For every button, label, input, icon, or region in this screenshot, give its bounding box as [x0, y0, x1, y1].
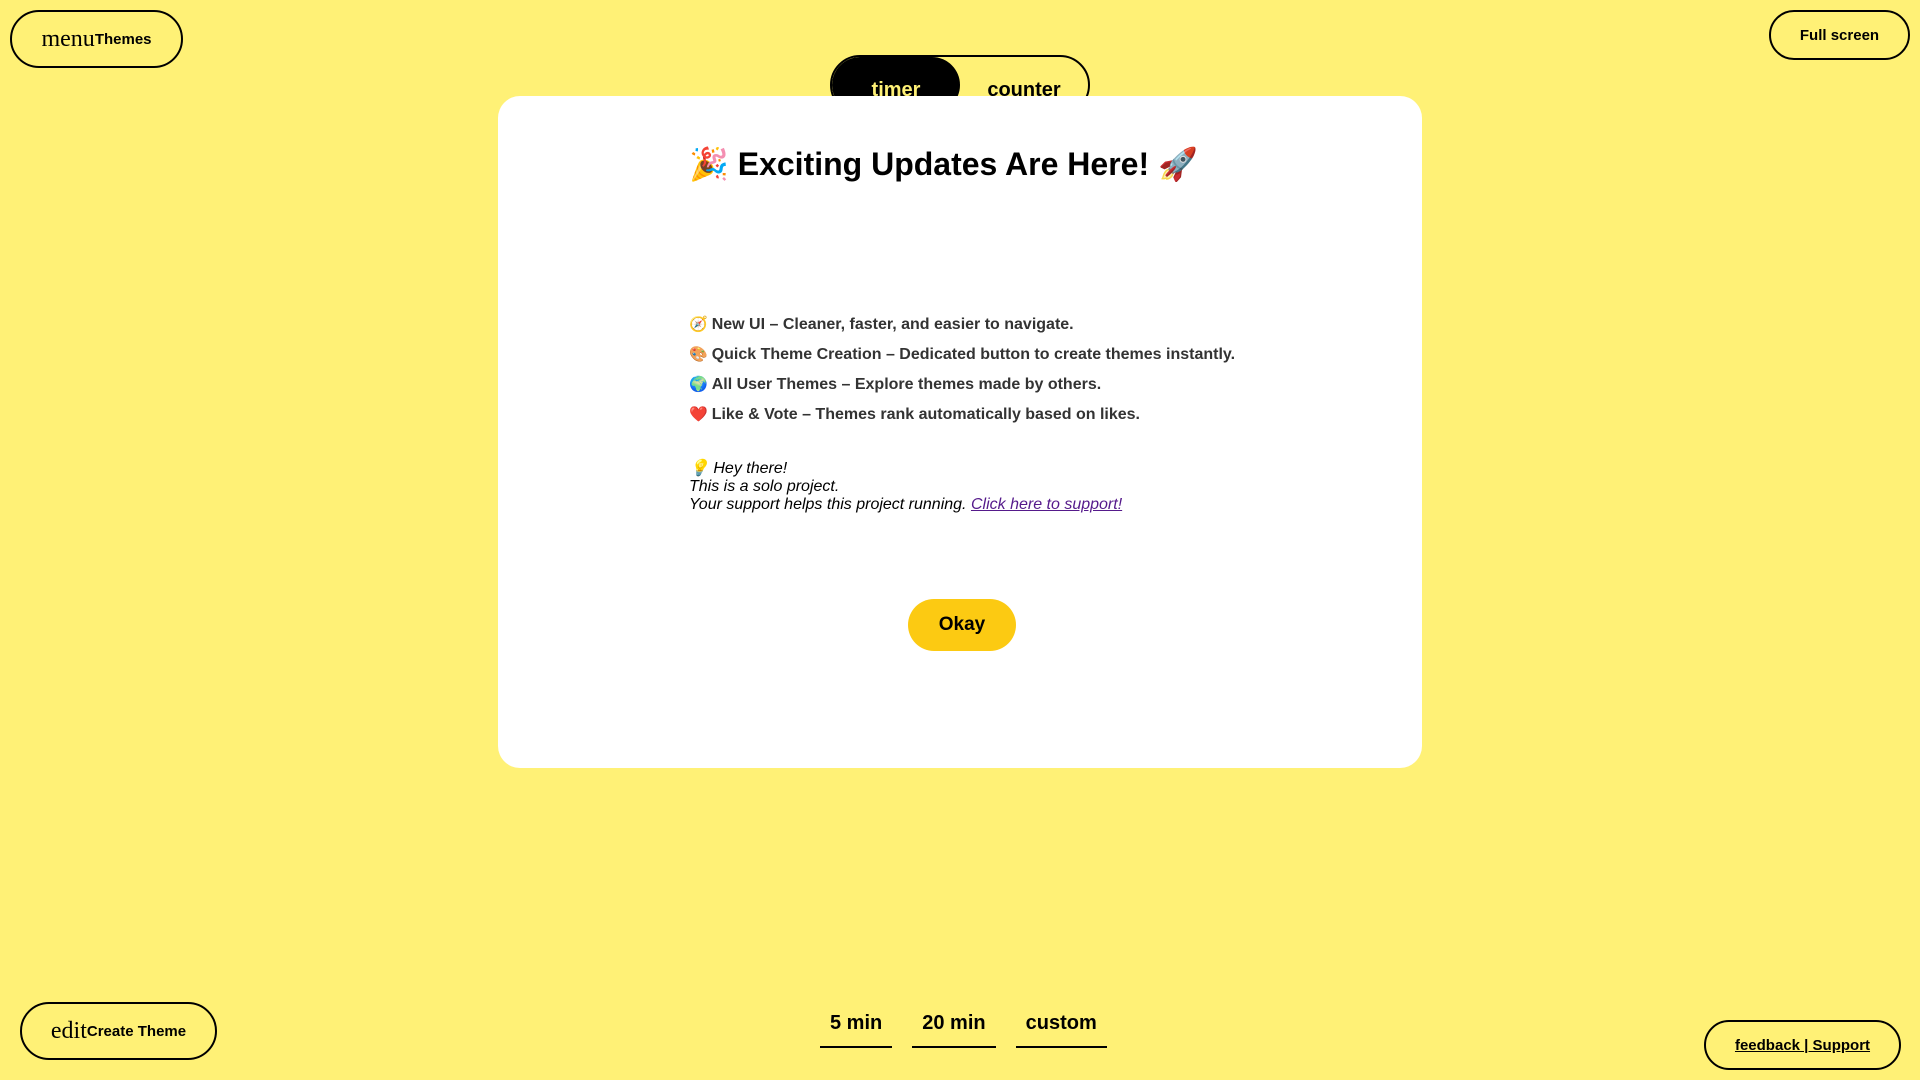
edit-icon: edit — [50, 1017, 87, 1044]
lightbulb-icon: 💡 — [689, 458, 709, 477]
preset-5-min[interactable]: 5 min — [820, 1000, 893, 1048]
updates-modal: 🎉 Exciting Updates Are Here! 🚀 🧭 New UI –… — [498, 96, 1422, 768]
feature-item: 🧭 New UI – Cleaner, faster, and easier to… — [689, 314, 1235, 335]
themes-label: Themes — [94, 30, 152, 48]
feature-text: All User Themes – Explore themes made by… — [711, 376, 1102, 393]
create-theme-label: Create Theme — [86, 1022, 187, 1040]
party-popper-icon: 🎉 — [689, 145, 729, 183]
feature-list: 🧭 New UI – Cleaner, faster, and easier to… — [689, 314, 1235, 434]
feature-text: Quick Theme Creation – Dedicated button … — [711, 346, 1236, 363]
create-theme-button[interactable]: edit Create Theme — [20, 1002, 217, 1060]
palette-icon: 🎨 — [689, 345, 708, 363]
preset-20-min[interactable]: 20 min — [912, 1000, 996, 1048]
modal-content: 🎉 Exciting Updates Are Here! 🚀 🧭 New UI –… — [689, 144, 1289, 651]
preset-tabs: 5 min 20 min custom — [820, 1000, 1107, 1048]
compass-icon: 🧭 — [689, 315, 708, 333]
note-solo: This is a solo project. — [689, 478, 840, 495]
okay-button[interactable]: Okay — [908, 599, 1016, 651]
preset-custom[interactable]: custom — [1015, 1000, 1107, 1048]
note-support: Your support helps this project running. — [689, 496, 967, 513]
support-link[interactable]: Click here to support! — [971, 496, 1122, 513]
fullscreen-label: Full screen — [1799, 26, 1880, 44]
feedback-support-button[interactable]: feedback | Support — [1704, 1020, 1901, 1070]
feature-text: Like & Vote – Themes rank automatically … — [711, 406, 1140, 423]
rocket-icon: 🚀 — [1158, 145, 1198, 183]
note-greeting: Hey there! — [713, 460, 788, 477]
app-root: menu Themes Full screen timer counter 🎉 … — [0, 0, 1920, 1080]
feature-text: New UI – Cleaner, faster, and easier to … — [711, 316, 1074, 333]
feature-item: 🌍 All User Themes – Explore themes made b… — [689, 374, 1235, 395]
feedback-support-label: feedback | Support — [1734, 1036, 1871, 1054]
fullscreen-button[interactable]: Full screen — [1769, 10, 1910, 60]
globe-icon: 🌍 — [689, 375, 708, 393]
modal-title: 🎉 Exciting Updates Are Here! 🚀 — [689, 144, 1289, 184]
heart-icon: ❤️ — [689, 405, 708, 423]
feature-item: ❤️ Like & Vote – Themes rank automaticall… — [689, 404, 1235, 425]
modal-title-text: Exciting Updates Are Here! — [737, 146, 1150, 182]
themes-button[interactable]: menu Themes — [10, 10, 183, 68]
feature-item: 🎨 Quick Theme Creation – Dedicated button… — [689, 344, 1235, 365]
menu-icon: menu — [41, 25, 95, 52]
support-note: 💡 Hey there! This is a solo project. You… — [689, 459, 1122, 514]
